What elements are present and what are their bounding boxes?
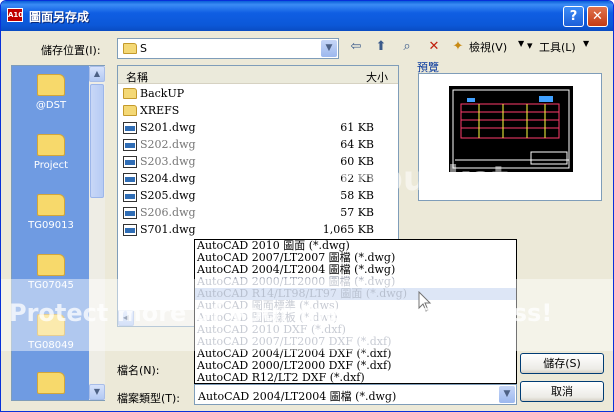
close-button[interactable]: ✕ [587, 6, 608, 27]
file-name: S201.dwg [140, 121, 196, 134]
place-label: @DST [35, 100, 67, 111]
place-label: Project [33, 160, 69, 171]
tools-dropdown-icon[interactable]: ▼ [583, 39, 589, 48]
list-item[interactable]: S206.dwg 57 KB [118, 204, 388, 221]
chevron-down-icon[interactable]: ▼ [499, 386, 515, 403]
tools-menu[interactable]: 工具(L) [539, 39, 576, 55]
scroll-up-icon[interactable]: ▲ [89, 66, 105, 82]
place-label: TG09013 [28, 220, 74, 231]
list-item[interactable]: BackUP [118, 85, 388, 102]
list-item[interactable]: S202.dwg 64 KB [118, 136, 388, 153]
file-name: S203.dwg [140, 155, 196, 168]
location-value: S [140, 42, 147, 55]
folder-icon [123, 105, 137, 116]
window-title: 圖面另存成 [29, 10, 90, 24]
dwg-file-icon [123, 156, 137, 168]
cancel-button[interactable]: 取消 [520, 381, 604, 402]
help-button[interactable]: ? [563, 6, 584, 27]
file-size: 64 KB [340, 138, 374, 151]
column-header-name[interactable]: 名稱 [118, 66, 348, 84]
location-combo[interactable]: S ▼ [117, 38, 339, 59]
file-name: BackUP [140, 87, 185, 100]
folder-icon [123, 43, 137, 54]
file-name: XREFS [140, 104, 180, 117]
file-size: 1,065 KB [322, 223, 374, 236]
list-item[interactable]: XREFS [118, 102, 388, 119]
column-size-label: 大小 [366, 71, 388, 84]
place-item[interactable] [12, 372, 90, 398]
dwg-file-icon [123, 190, 137, 202]
folder-icon [37, 372, 65, 394]
autocad-app-icon: A10 [7, 8, 23, 22]
save-button[interactable]: 儲存(S) [520, 353, 604, 374]
file-size: 61 KB [340, 121, 374, 134]
filetype-value: AutoCAD 2004/LT2004 圖檔 (*.dwg) [198, 390, 397, 403]
search-web-icon[interactable]: ⌕ [398, 38, 416, 56]
delete-icon[interactable]: ✕ [425, 38, 443, 56]
dwg-file-icon [123, 139, 137, 151]
tools-menu-icon[interactable]: ▾ [527, 39, 533, 52]
folder-icon [123, 88, 137, 99]
dwg-file-icon [123, 224, 137, 236]
views-menu[interactable]: 檢視(V) [469, 39, 507, 55]
file-name: S205.dwg [140, 189, 196, 202]
folder-icon [37, 134, 65, 156]
place-item[interactable]: TG09013 [12, 194, 90, 231]
folder-icon [37, 254, 65, 276]
save-as-dialog: A10 圖面另存成 ? ✕ 儲存位置(I): S ▼ ⇦ ⬆ ⌕ ✕ ✦ 檢視(… [0, 0, 614, 412]
dwg-file-icon [123, 207, 137, 219]
list-item[interactable]: S201.dwg 61 KB [118, 119, 388, 136]
column-header-size[interactable]: 大小 [348, 66, 398, 84]
file-name: S204.dwg [140, 172, 196, 185]
file-name: S202.dwg [140, 138, 196, 151]
place-item[interactable]: Project [12, 134, 90, 171]
filetype-option[interactable]: AutoCAD R12/LT2 DXF (*.dxf) [195, 372, 516, 384]
chevron-down-icon[interactable]: ▼ [321, 40, 337, 57]
list-item[interactable]: S701.dwg 1,065 KB [118, 221, 388, 238]
views-dropdown-icon[interactable]: ▼ [518, 39, 524, 48]
title-bar[interactable]: A10 圖面另存成 ? ✕ [1, 1, 613, 31]
file-size: 57 KB [340, 206, 374, 219]
file-name: S701.dwg [140, 223, 196, 236]
place-item[interactable]: @DST [12, 74, 90, 111]
filetype-label: 檔案類型(T): [117, 392, 181, 405]
filetype-select[interactable]: AutoCAD 2004/LT2004 圖檔 (*.dwg) ▼ [194, 384, 517, 405]
folder-icon [37, 194, 65, 216]
scroll-thumb[interactable] [90, 84, 104, 198]
column-name-label: 名稱 [126, 71, 148, 84]
dwg-file-icon [123, 122, 137, 134]
back-arrow-icon[interactable]: ⇦ [347, 38, 365, 56]
filename-label: 檔名(N): [117, 364, 160, 377]
save-in-label: 儲存位置(I): [41, 44, 101, 57]
folder-icon [37, 74, 65, 96]
watermark-brand: photobucket [267, 159, 509, 199]
scroll-down-icon[interactable]: ▼ [89, 384, 105, 400]
file-name: S206.dwg [140, 206, 196, 219]
dwg-file-icon [123, 173, 137, 185]
new-folder-icon[interactable]: ✦ [449, 38, 467, 56]
up-folder-icon[interactable]: ⬆ [372, 38, 390, 56]
watermark-tagline: Protect more of your memories for less! [9, 299, 553, 327]
